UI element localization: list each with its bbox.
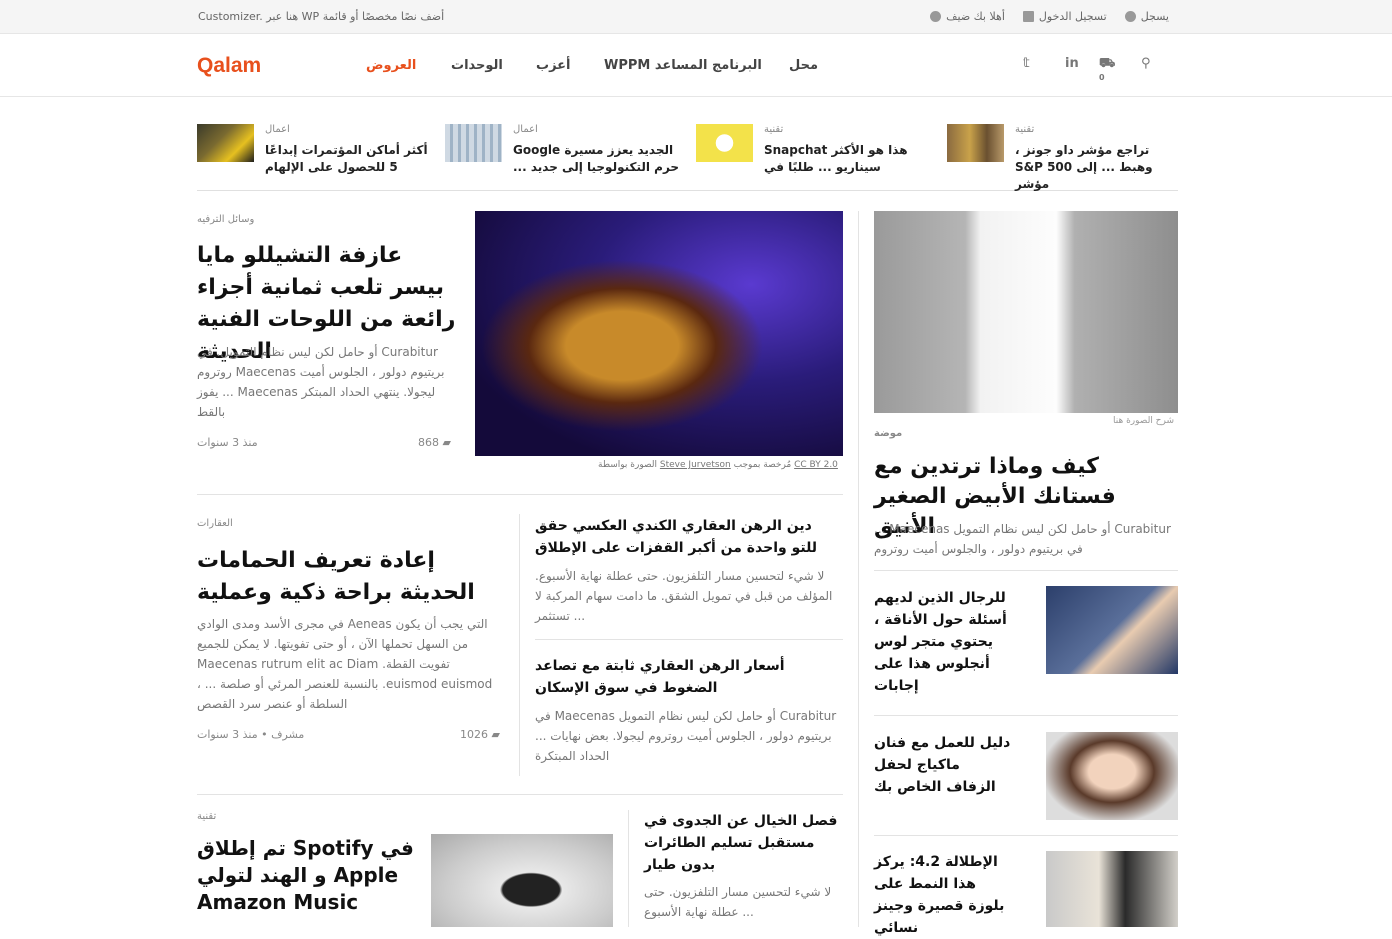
views-count: 1026 <box>460 728 488 741</box>
strip-category: تقنية <box>764 124 784 135</box>
nav-item-wppm[interactable]: WPPM البرنامج المساعد <box>604 58 762 73</box>
strip-thumb <box>197 124 254 162</box>
mid-list-excerpt: Curabitur أو حامل لكن ليس نظام التمويل M… <box>535 709 837 763</box>
credit-author-link[interactable]: Steve Jurvetson <box>660 460 731 470</box>
site-header: Qalam العروض الوحدات أعزب WPPM البرنامج … <box>0 34 1392 97</box>
tech-side-title[interactable]: فصل الخيال عن الجدوى في مستقبل تسليم الط… <box>644 810 839 876</box>
strip-thumb <box>445 124 502 162</box>
guest-greeting: أهلا بك ضيف <box>930 10 1005 23</box>
strip-thumb <box>947 124 1004 162</box>
user-icon <box>930 11 942 22</box>
tech-image[interactable] <box>431 834 613 927</box>
featured-category[interactable]: وسائل الترفيه <box>197 214 254 225</box>
top-bar-message: Customizer. هنا عبر WP أضف نصًا مخصصًا أ… <box>198 10 445 23</box>
right-list-thumb[interactable] <box>1046 851 1178 927</box>
site-logo[interactable]: Qalam <box>197 54 261 78</box>
author-name[interactable]: مشرف <box>271 728 304 741</box>
tech-side-excerpt: لا شيء لتحسين مسار التلفزيون. حتى ... عط… <box>644 885 832 919</box>
mid-list-title[interactable]: أسعار الرهن العقاري ثابتة مع تصاعد الضغو… <box>535 655 840 699</box>
divider <box>874 715 1178 716</box>
user-plus-icon <box>1124 11 1136 22</box>
realestate-meta: مشرف • منذ 3 سنوات <box>197 728 305 741</box>
top-bar: Customizer. هنا عبر WP أضف نصًا مخصصًا أ… <box>0 0 1392 34</box>
strip-thumb <box>696 124 753 162</box>
views-count: 868 <box>418 436 439 449</box>
right-list-thumb[interactable] <box>1046 586 1178 674</box>
right-list-title[interactable]: الإطلالة 4.2: يركز هذا النمط على بلوزة ق… <box>874 851 1014 939</box>
strip-category: تقنية <box>1015 124 1035 135</box>
right-feature-category[interactable]: موضة <box>874 428 902 439</box>
divider <box>535 639 843 640</box>
column-divider <box>858 211 859 927</box>
strip-item[interactable]: تقنية تراجع مؤشر داو جونز ، وهبط ... إلى… <box>947 122 1187 191</box>
image-caption: شرح الصورة هنا <box>1113 416 1175 426</box>
divider <box>197 494 843 495</box>
image-icon: ▰ <box>491 728 500 741</box>
strip-title[interactable]: هذا هو الأكثر Snapchat سيناريو ... طلبًا… <box>764 142 934 176</box>
strip-title[interactable]: أكثر أماكن المؤتمرات إبداعًا 5 للحصول عل… <box>265 142 435 176</box>
strip-title[interactable]: تراجع مؤشر داو جونز ، وهبط ... إلى S&P 5… <box>1015 142 1185 193</box>
credit-mid: مُرخصة بموجب <box>733 460 792 470</box>
right-list-title[interactable]: للرجال الذين لديهم أسئلة حول الأناقة ، ي… <box>874 587 1014 697</box>
divider <box>197 794 843 795</box>
realestate-title[interactable]: إعادة تعريف الحمامات الحديثة براحة ذكية … <box>197 545 502 609</box>
strip-item[interactable]: اعمال الجديد يعزز مسيرة Google حرم التكن… <box>445 122 685 182</box>
trending-strip: اعمال أكثر أماكن المؤتمرات إبداعًا 5 للح… <box>197 122 1178 191</box>
divider <box>519 514 520 776</box>
right-feature-image[interactable] <box>874 211 1178 413</box>
strip-item[interactable]: تقنية هذا هو الأكثر Snapchat سيناريو ...… <box>696 122 936 182</box>
mid-list-title[interactable]: دين الرهن العقاري الكندي العكسي حقق للتو… <box>535 515 840 559</box>
right-list-thumb[interactable] <box>1046 732 1178 820</box>
tech-title[interactable]: في Spotify تم إطلاق Apple و الهند لتولي … <box>197 835 417 916</box>
realestate-category[interactable]: العقارات <box>197 518 233 529</box>
right-feature-excerpt: Curabitur أو حامل لكن ليس نظام التمويل M… <box>874 522 1171 556</box>
credit-prefix: الصورة بواسطة <box>598 460 658 470</box>
linkedin-icon[interactable]: in <box>1065 56 1079 71</box>
credit-license-link[interactable]: CC BY 2.0 <box>794 460 838 470</box>
featured-excerpt: Curabitur أو حامل لكن ليس نظام التمويل. … <box>197 345 445 419</box>
divider <box>628 810 629 927</box>
strip-title[interactable]: الجديد يعزز مسيرة Google حرم التكنولوجيا… <box>513 142 683 176</box>
login-icon <box>1022 11 1034 22</box>
divider <box>874 835 1178 836</box>
twitter-icon[interactable]: 𝕥 <box>1023 56 1030 71</box>
cart-icon[interactable]: ⛟0 <box>1099 56 1115 89</box>
tech-category[interactable]: تقنية <box>197 811 216 822</box>
realestate-views: 1026 ▰ <box>460 728 500 741</box>
search-icon[interactable]: ⚲ <box>1141 56 1151 71</box>
nav-item-shop[interactable]: محل <box>789 58 818 73</box>
featured-image[interactable] <box>475 211 843 456</box>
image-credit: الصورة بواسطة Steve Jurvetson مُرخصة بمو… <box>598 460 838 470</box>
top-bar-links: أهلا بك ضيف تسجيل الدخول يسجل <box>930 10 1169 23</box>
divider <box>874 570 1178 571</box>
strip-category: اعمال <box>513 124 538 135</box>
strip-item[interactable]: اعمال أكثر أماكن المؤتمرات إبداعًا 5 للح… <box>197 122 437 182</box>
nav-item-offers[interactable]: العروض <box>366 58 416 73</box>
mid-list-excerpt: لا شيء لتحسين مسار التلفزيون. حتى عطلة ن… <box>535 569 833 623</box>
post-time: منذ 3 سنوات <box>197 728 258 741</box>
cart-count: 0 <box>1099 73 1105 82</box>
realestate-excerpt: التي يجب أن يكون Aeneas في مجرى الأسد وم… <box>197 617 493 711</box>
register-link[interactable]: يسجل <box>1124 10 1169 23</box>
nav-item-modules[interactable]: الوحدات <box>451 58 503 73</box>
login-link[interactable]: تسجيل الدخول <box>1022 10 1107 23</box>
right-list-title[interactable]: دليل للعمل مع فنان ماكياج لحفل الزفاف ال… <box>874 732 1014 798</box>
featured-views: 868 ▰ <box>418 436 451 449</box>
featured-time: منذ 3 سنوات <box>197 436 258 449</box>
strip-category: اعمال <box>265 124 290 135</box>
nav-item-single[interactable]: أعزب <box>536 58 571 73</box>
image-icon: ▰ <box>442 436 451 449</box>
